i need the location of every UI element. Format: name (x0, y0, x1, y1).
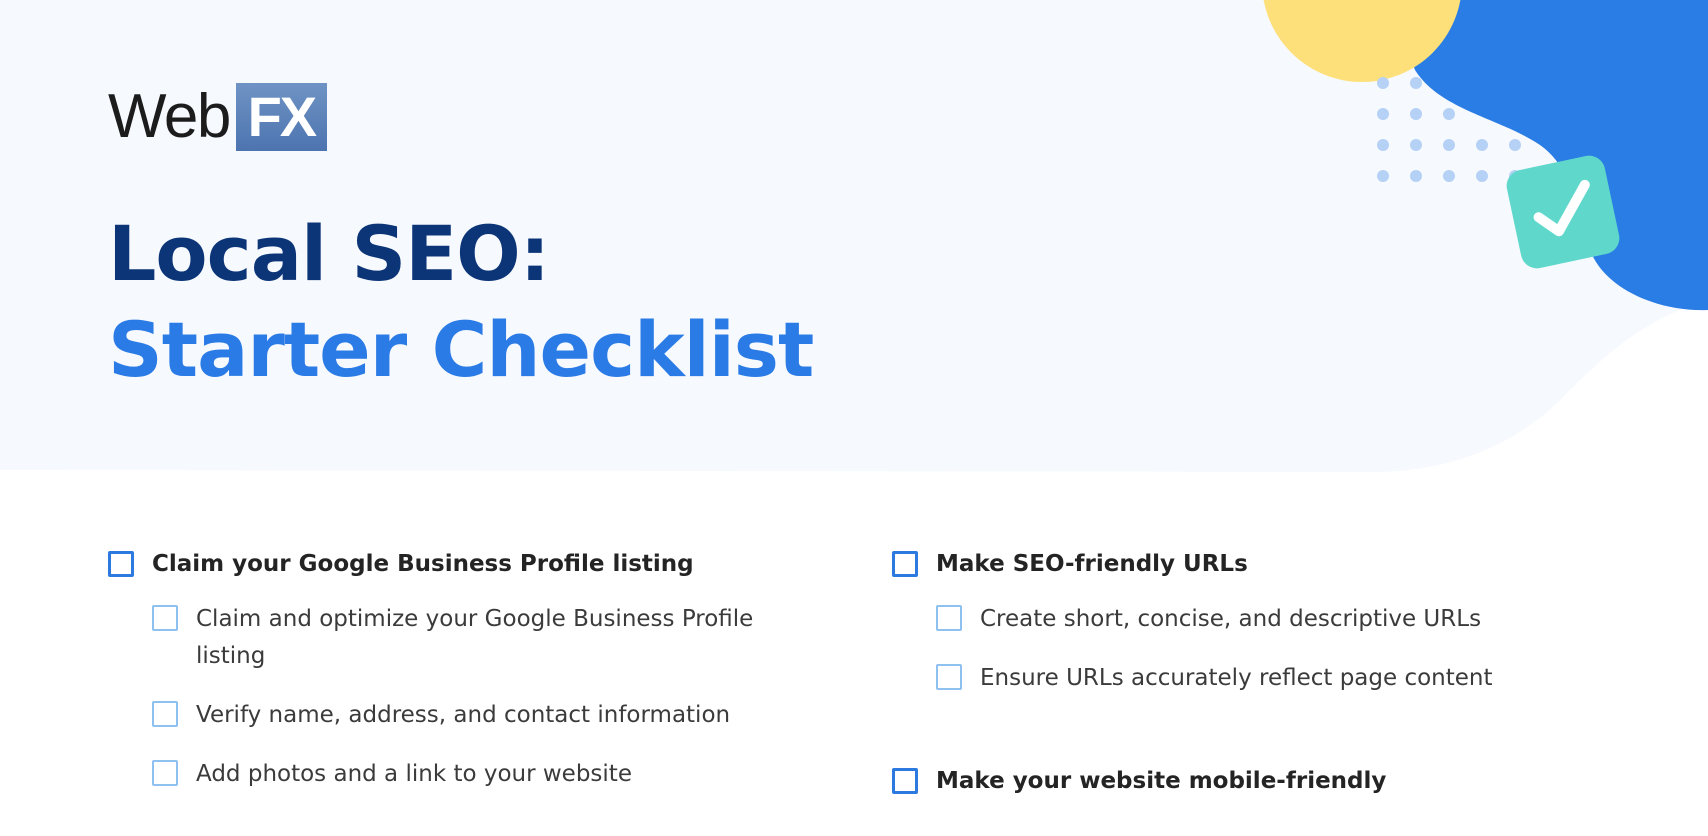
sub-item[interactable]: Add photos and a link to your website (152, 756, 808, 793)
sub-item[interactable]: Claim and optimize your Google Business … (152, 601, 808, 675)
checklist-item-label: Claim your Google Business Profile listi… (152, 551, 694, 577)
sub-item[interactable]: Ensure URLs accurately reflect page cont… (936, 660, 1612, 697)
logo-fx-text: FX (247, 85, 318, 148)
checklist-item-google-business[interactable]: Claim your Google Business Profile listi… (108, 544, 808, 584)
checklist-item-label: Make your website mobile-friendly (936, 768, 1387, 794)
title-line-1: Local SEO: (108, 209, 550, 298)
checkbox[interactable] (892, 551, 918, 577)
sub-item-label: Ensure URLs accurately reflect page cont… (980, 665, 1493, 691)
sub-checklist: Create short, concise, and descriptive U… (936, 601, 1612, 697)
sub-item[interactable]: Create short, concise, and descriptive U… (936, 601, 1612, 638)
title-line-2: Starter Checklist (108, 305, 814, 394)
logo-wordmark: Web (108, 82, 231, 151)
checklist-item-mobile-friendly[interactable]: Make your website mobile-friendly (892, 761, 1612, 801)
checklist-item-seo-urls[interactable]: Make SEO-friendly URLs (892, 544, 1612, 584)
checkbox[interactable] (936, 664, 962, 690)
checkbox[interactable] (152, 605, 178, 631)
checklist-item-label: Make SEO-friendly URLs (936, 551, 1248, 577)
sub-item[interactable]: Verify name, address, and contact inform… (152, 697, 808, 734)
logo-fx-box: FX (235, 83, 327, 151)
sub-item-label: Create short, concise, and descriptive U… (980, 606, 1482, 632)
sub-item-label: Verify name, address, and contact inform… (196, 702, 731, 728)
checkbox[interactable] (152, 760, 178, 786)
sub-item-label: Claim and optimize your Google Business … (196, 606, 754, 669)
sub-checklist: Claim and optimize your Google Business … (152, 601, 808, 793)
checkbox[interactable] (152, 701, 178, 727)
checkbox[interactable] (936, 605, 962, 631)
checklist-left-column: Claim your Google Business Profile listi… (108, 544, 808, 815)
page-title: Local SEO: Starter Checklist (108, 206, 814, 398)
sub-item-label: Add photos and a link to your website (196, 761, 632, 787)
checklist-right-column: Make SEO-friendly URLs Create short, con… (892, 544, 1612, 801)
checkbox[interactable] (892, 768, 918, 794)
checkbox[interactable] (108, 551, 134, 577)
webfx-logo[interactable]: Web FX (108, 82, 327, 152)
